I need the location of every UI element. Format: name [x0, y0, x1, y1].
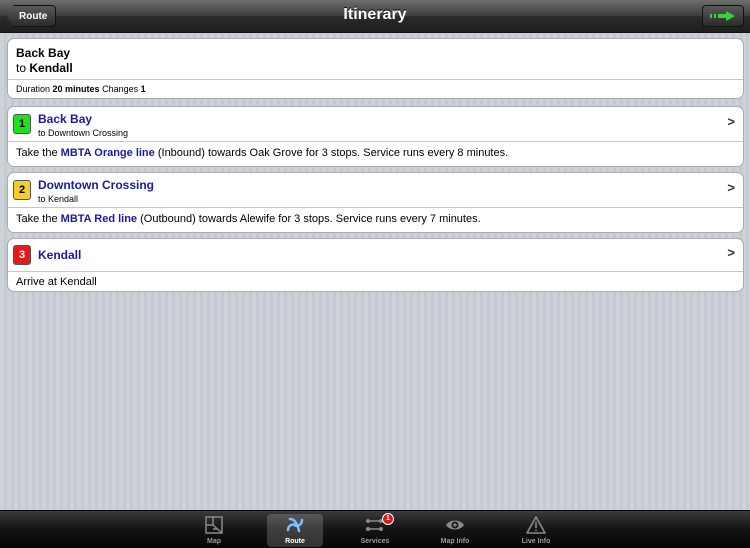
duration-value: 20 minutes [52, 84, 100, 94]
desc-pre: Take the [16, 213, 58, 225]
chevron-right-icon[interactable]: > [727, 114, 735, 129]
tab-bar: Map Route 1 Services Map Info Live Info [0, 510, 750, 548]
tab-route[interactable]: Route [267, 514, 323, 547]
summary-meta: Duration 20 minutes Changes 1 [16, 84, 146, 94]
step-number-badge: 1 [13, 114, 31, 134]
step-description: Take the MBTA Orange line (Inbound) towa… [16, 147, 508, 159]
changes-label: Changes [102, 84, 139, 94]
summary-origin: Back Bay [16, 46, 71, 60]
tab-map-info[interactable]: Map Info [427, 514, 483, 547]
route-icon [286, 517, 304, 533]
step-station[interactable]: Downtown Crossing [38, 178, 154, 192]
warning-icon [526, 516, 546, 534]
step-description: Arrive at Kendall [16, 276, 97, 288]
tab-label: Map Info [440, 538, 470, 545]
desc-pre: Take the [16, 147, 58, 159]
desc-post: (Outbound) towards Alewife for 3 stops. … [140, 213, 481, 225]
tab-label: Live Info [521, 538, 551, 545]
step-body: Arrive at Kendall [8, 271, 743, 288]
forward-button[interactable] [702, 5, 744, 27]
tab-map[interactable]: Map [186, 514, 242, 547]
itinerary-step: 3 Kendall > Arrive at Kendall [7, 238, 744, 292]
changes-value: 1 [140, 84, 146, 94]
step-subtitle: to Downtown Crossing [38, 128, 129, 138]
step-header[interactable]: 1 Back Bay to Downtown Crossing > [8, 107, 743, 141]
tab-label: Map [207, 538, 221, 545]
navigation-bar: Route Itinerary [0, 0, 750, 33]
summary-destination: Kendall [29, 61, 73, 75]
summary-to-prefix: to [16, 61, 27, 75]
desc-post: (Inbound) towards Oak Grove for 3 stops.… [157, 147, 509, 159]
duration-label: Duration [16, 84, 51, 94]
itinerary-step: 1 Back Bay to Downtown Crossing > Take t… [7, 106, 744, 167]
step-body: Take the MBTA Orange line (Inbound) towa… [8, 141, 743, 159]
summary-destination-line: to Kendall [16, 61, 73, 75]
tab-services[interactable]: 1 Services [347, 513, 403, 547]
step-header[interactable]: 3 Kendall > [8, 239, 743, 271]
chevron-right-icon[interactable]: > [727, 245, 735, 260]
step-number-badge: 2 [13, 180, 31, 200]
page-title: Itinerary [343, 6, 407, 23]
line-link[interactable]: MBTA Red line [61, 213, 137, 225]
step-description: Take the MBTA Red line (Outbound) toward… [16, 213, 481, 225]
tab-label: Services [360, 538, 390, 545]
chevron-right-icon[interactable]: > [727, 180, 735, 195]
step-number-badge: 3 [13, 245, 31, 265]
line-link[interactable]: MBTA Orange line [61, 147, 155, 159]
step-station[interactable]: Kendall [38, 248, 81, 262]
services-badge: 1 [382, 513, 394, 525]
step-subtitle: to Kendall [38, 194, 79, 204]
eye-icon [446, 520, 464, 530]
tab-label: Route [285, 538, 305, 545]
map-icon [205, 516, 223, 534]
itinerary-summary: Back Bay to Kendall Duration 20 minutes … [7, 38, 744, 99]
step-station[interactable]: Back Bay [38, 112, 92, 126]
itinerary-step: 2 Downtown Crossing to Kendall > Take th… [7, 172, 744, 233]
step-body: Take the MBTA Red line (Outbound) toward… [8, 207, 743, 225]
summary-divider [8, 79, 743, 80]
step-header[interactable]: 2 Downtown Crossing to Kendall > [8, 173, 743, 207]
tab-live-info[interactable]: Live Info [508, 514, 564, 547]
green-arrow-icon [710, 11, 735, 21]
